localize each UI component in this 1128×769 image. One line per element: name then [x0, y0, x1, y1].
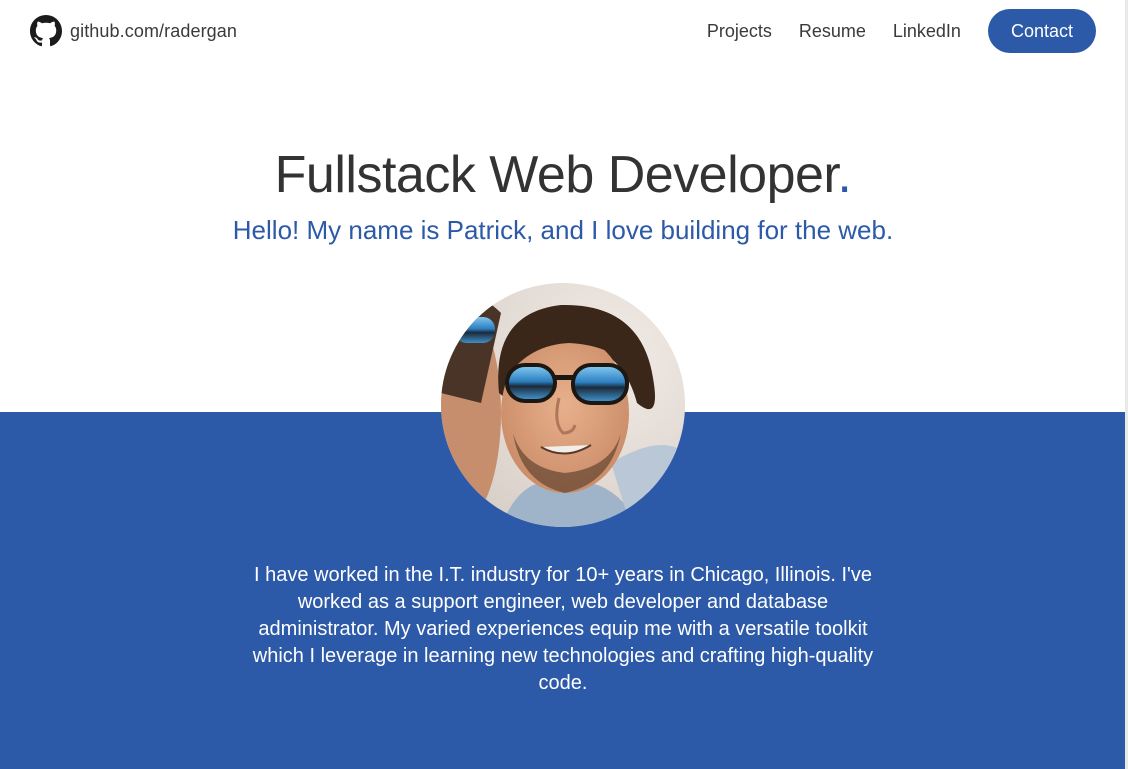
page-title: Fullstack Web Developer. [0, 145, 1126, 205]
hero-subtitle: Hello! My name is Patrick, and I love bu… [232, 215, 894, 245]
contact-button[interactable]: Contact [987, 9, 1096, 53]
about-bio: I have worked in the I.T. industry for 1… [252, 564, 874, 694]
page-title-dot: . [837, 146, 852, 204]
github-link[interactable]: github.com/radergan [30, 15, 237, 47]
page: github.com/radergan Projects Resume Link… [0, 0, 1128, 769]
nav-link-linkedin[interactable]: LinkedIn [893, 21, 961, 42]
nav-link-projects[interactable]: Projects [707, 21, 772, 42]
nav-link-resume[interactable]: Resume [799, 21, 866, 42]
page-title-text: Fullstack Web Developer [274, 146, 838, 204]
avatar [441, 283, 685, 527]
github-icon [30, 15, 62, 47]
top-nav: github.com/radergan Projects Resume Link… [0, 0, 1126, 62]
github-label: github.com/radergan [70, 20, 238, 41]
nav-links: Projects Resume LinkedIn Contact [707, 9, 1096, 53]
